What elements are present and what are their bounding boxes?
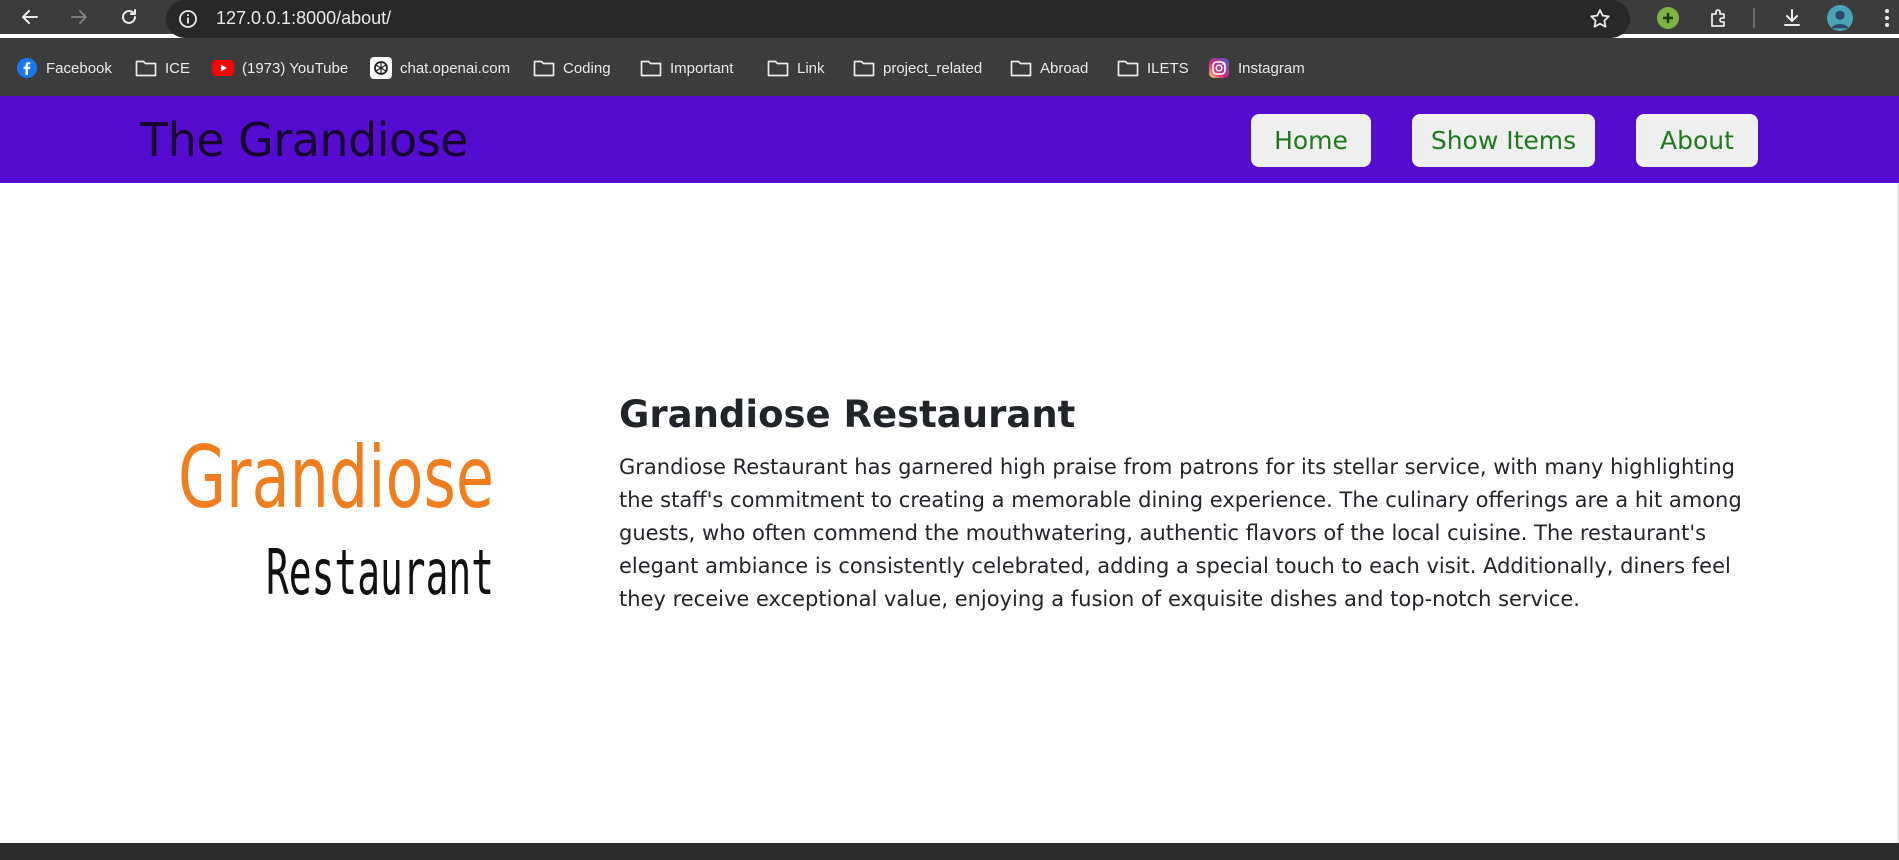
bookmark-chat-openai[interactable]: chat.openai.com bbox=[370, 57, 510, 79]
bookmark-instagram[interactable]: Instagram bbox=[1208, 57, 1305, 79]
facebook-icon bbox=[16, 57, 38, 79]
bookmark-coding[interactable]: Coding bbox=[533, 57, 611, 79]
openai-icon bbox=[370, 57, 392, 79]
bookmark-important[interactable]: Important bbox=[640, 57, 733, 79]
nav-about-button[interactable]: About bbox=[1636, 114, 1758, 167]
folder-icon bbox=[1010, 57, 1032, 79]
folder-icon bbox=[135, 57, 157, 79]
extensions-puzzle-icon[interactable] bbox=[1706, 5, 1732, 31]
folder-icon bbox=[533, 57, 555, 79]
downloads-icon[interactable] bbox=[1779, 5, 1805, 31]
browser-toolbar: 127.0.0.1:8000/about/ bbox=[0, 0, 1899, 38]
page-title: Grandiose Restaurant bbox=[619, 393, 1076, 436]
bookmark-ice[interactable]: ICE bbox=[135, 57, 190, 79]
address-bar[interactable]: 127.0.0.1:8000/about/ bbox=[166, 0, 1630, 38]
site-navbar: The Grandiose Home Show Items About bbox=[0, 96, 1899, 183]
reload-button[interactable] bbox=[116, 4, 142, 30]
back-button[interactable] bbox=[17, 4, 43, 30]
folder-icon bbox=[1117, 57, 1139, 79]
folder-icon bbox=[853, 57, 875, 79]
avatar[interactable] bbox=[1827, 5, 1853, 31]
bookmark-project-related[interactable]: project_related bbox=[853, 57, 982, 79]
back-arrow-icon bbox=[22, 10, 38, 24]
footer bbox=[0, 843, 1899, 860]
forward-button[interactable] bbox=[66, 4, 92, 30]
svg-text:Restaurant: Restaurant bbox=[266, 536, 494, 602]
forward-arrow-icon bbox=[71, 10, 87, 24]
bookmark-facebook[interactable]: Facebook bbox=[16, 57, 112, 79]
reload-icon bbox=[122, 9, 136, 24]
nav-show-items-button[interactable]: Show Items bbox=[1412, 114, 1595, 167]
bookmark-youtube[interactable]: (1973) YouTube bbox=[212, 57, 348, 79]
extension-plus-icon[interactable] bbox=[1655, 5, 1681, 31]
menu-kebab-icon[interactable] bbox=[1880, 5, 1894, 31]
about-description: Grandiose Restaurant has garnered high p… bbox=[619, 455, 1742, 611]
bookmark-star-icon[interactable] bbox=[1588, 7, 1612, 31]
bookmark-abroad[interactable]: Abroad bbox=[1010, 57, 1088, 79]
folder-icon bbox=[640, 57, 662, 79]
site-info-icon[interactable] bbox=[178, 9, 198, 29]
url-text[interactable]: 127.0.0.1:8000/about/ bbox=[216, 8, 391, 29]
brand-logo-text[interactable]: The Grandiose bbox=[140, 113, 468, 167]
instagram-icon bbox=[1208, 57, 1230, 79]
youtube-icon bbox=[212, 57, 234, 79]
toolbar-divider bbox=[1753, 8, 1755, 28]
restaurant-logo: Grandiose Restaurant bbox=[178, 422, 498, 609]
svg-text:Grandiose: Grandiose bbox=[178, 428, 494, 528]
bookmark-link[interactable]: Link bbox=[767, 57, 825, 79]
bookmarks-bar: Facebook ICE (1973) YouTube chat.openai.… bbox=[0, 38, 1899, 96]
folder-icon bbox=[767, 57, 789, 79]
nav-home-button[interactable]: Home bbox=[1251, 114, 1371, 167]
bookmark-ilets[interactable]: ILETS bbox=[1117, 57, 1189, 79]
